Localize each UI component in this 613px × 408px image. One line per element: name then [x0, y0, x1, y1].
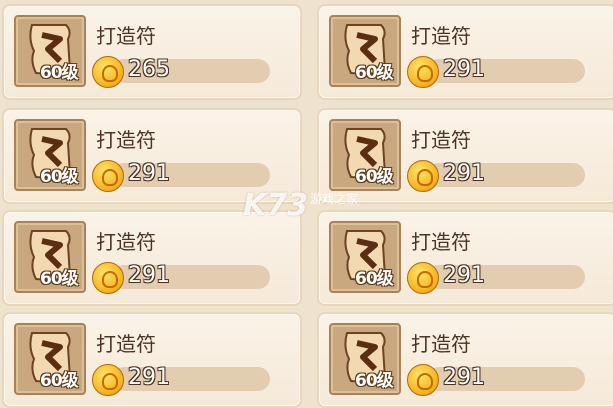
- shop-item-card[interactable]: 60级 打造符 291: [317, 4, 613, 100]
- item-level: 60级: [355, 269, 394, 289]
- shop-item-card[interactable]: 60级 打造符 291: [2, 210, 302, 306]
- item-level: 60级: [40, 269, 79, 289]
- item-slot: 60级: [329, 221, 401, 293]
- item-slot: 60级: [329, 15, 401, 87]
- item-slot: 60级: [14, 119, 86, 191]
- item-slot: 60级: [329, 119, 401, 191]
- shop-item-card[interactable]: 60级 打造符 291: [317, 210, 613, 306]
- item-price: 291: [443, 57, 485, 82]
- item-price: 291: [443, 263, 485, 288]
- item-slot: 60级: [329, 323, 401, 395]
- item-slot: 60级: [14, 15, 86, 87]
- item-name: 打造符: [411, 128, 471, 152]
- gold-coin-icon: [407, 56, 439, 88]
- item-name: 打造符: [96, 332, 156, 356]
- gold-coin-icon: [92, 262, 124, 294]
- gold-coin-icon: [92, 160, 124, 192]
- item-price: 265: [128, 57, 170, 82]
- shop-item-card[interactable]: 60级 打造符 291: [2, 312, 302, 408]
- shop-item-card[interactable]: 60级 打造符 291: [317, 312, 613, 408]
- item-level: 60级: [355, 63, 394, 83]
- item-slot: 60级: [14, 221, 86, 293]
- item-level: 60级: [40, 63, 79, 83]
- item-name: 打造符: [96, 230, 156, 254]
- item-price: 291: [443, 161, 485, 186]
- item-slot: 60级: [14, 323, 86, 395]
- gold-coin-icon: [92, 364, 124, 396]
- item-price: 291: [443, 365, 485, 390]
- item-price: 291: [128, 365, 170, 390]
- item-level: 60级: [40, 167, 79, 187]
- watermark-logo: K73: [243, 188, 308, 223]
- gold-coin-icon: [92, 56, 124, 88]
- watermark-subtitle: 游戏之家: [310, 192, 359, 206]
- item-name: 打造符: [96, 24, 156, 48]
- item-name: 打造符: [411, 230, 471, 254]
- gold-coin-icon: [407, 364, 439, 396]
- item-price: 291: [128, 263, 170, 288]
- item-level: 60级: [355, 371, 394, 391]
- item-name: 打造符: [411, 332, 471, 356]
- item-level: 60级: [355, 167, 394, 187]
- gold-coin-icon: [407, 262, 439, 294]
- item-level: 60级: [40, 371, 79, 391]
- item-name: 打造符: [96, 128, 156, 152]
- shop-item-card[interactable]: 60级 打造符 265: [2, 4, 302, 100]
- shop-item-card[interactable]: 60级 打造符 291: [317, 108, 613, 204]
- gold-coin-icon: [407, 160, 439, 192]
- item-name: 打造符: [411, 24, 471, 48]
- item-price: 291: [128, 161, 170, 186]
